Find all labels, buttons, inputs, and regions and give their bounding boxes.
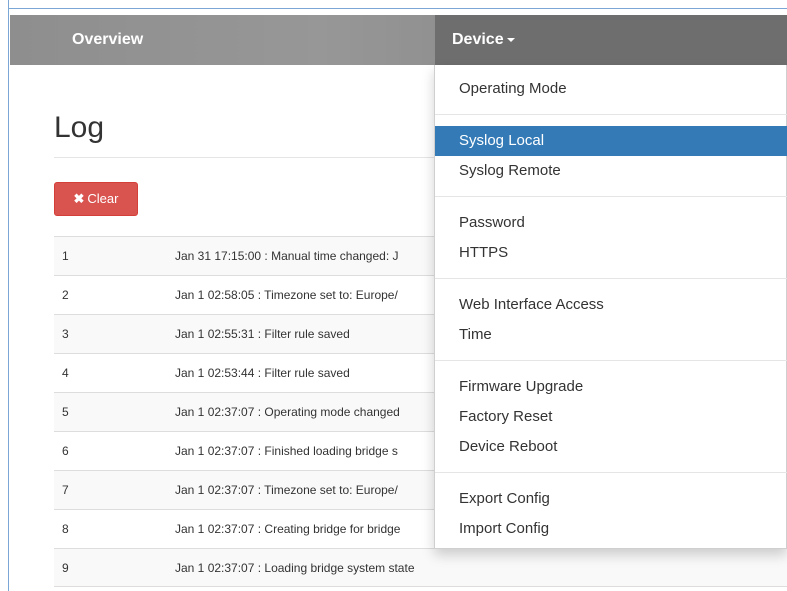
log-number: 3 <box>62 327 69 341</box>
nav-overview[interactable]: Overview <box>72 15 143 65</box>
log-message: Jan 31 17:15:00 : Manual time changed: J <box>175 249 399 263</box>
window-frame-top <box>0 0 787 9</box>
log-number: 6 <box>62 444 69 458</box>
menu-divider <box>435 360 787 361</box>
menu-item-password[interactable]: Password <box>435 208 787 238</box>
menu-item-import-config[interactable]: Import Config <box>435 514 787 544</box>
menu-item-time[interactable]: Time <box>435 320 787 350</box>
menu-item-syslog-local[interactable]: Syslog Local <box>435 126 787 156</box>
log-message: Jan 1 02:55:31 : Filter rule saved <box>175 327 350 341</box>
nav-overview-label: Overview <box>72 31 144 48</box>
nav-device-label: Device <box>452 31 504 48</box>
menu-item-web-interface-access[interactable]: Web Interface Access <box>435 290 787 320</box>
log-number: 4 <box>62 366 69 380</box>
log-number: 5 <box>62 405 69 419</box>
log-message: Jan 1 02:58:05 : Timezone set to: Europe… <box>175 288 398 302</box>
table-row: 9 Jan 1 02:37:07 : Loading bridge system… <box>54 548 787 587</box>
menu-divider <box>435 472 787 473</box>
caret-down-icon <box>506 37 515 42</box>
log-number: 8 <box>62 522 69 536</box>
log-message: Jan 1 02:53:44 : Filter rule saved <box>175 366 350 380</box>
navbar: Overview Device <box>10 15 787 65</box>
menu-item-syslog-remote[interactable]: Syslog Remote <box>435 156 787 186</box>
log-number: 9 <box>62 561 69 575</box>
page-title: Log <box>54 111 105 144</box>
menu-divider <box>435 114 787 115</box>
menu-item-export-config[interactable]: Export Config <box>435 484 787 514</box>
log-number: 7 <box>62 483 69 497</box>
menu-item-https[interactable]: HTTPS <box>435 238 787 268</box>
nav-device-dropdown-toggle[interactable]: Device <box>435 15 787 65</box>
device-dropdown-menu: Operating Mode Syslog Local Syslog Remot… <box>434 65 787 549</box>
clear-button[interactable]: ✖ Clear <box>54 182 138 216</box>
menu-divider <box>435 196 787 197</box>
log-number: 2 <box>62 288 69 302</box>
log-message: Jan 1 02:37:07 : Finished loading bridge… <box>175 444 398 458</box>
menu-item-firmware-upgrade[interactable]: Firmware Upgrade <box>435 372 787 402</box>
log-message: Jan 1 02:37:07 : Creating bridge for bri… <box>175 522 401 536</box>
menu-item-device-reboot[interactable]: Device Reboot <box>435 432 787 462</box>
log-message: Jan 1 02:37:07 : Timezone set to: Europe… <box>175 483 398 497</box>
log-message: Jan 1 02:37:07 : Operating mode changed <box>175 405 400 419</box>
log-number: 1 <box>62 249 69 263</box>
window-frame-left <box>0 0 9 591</box>
clear-button-label: Clear <box>87 191 119 206</box>
menu-item-operating-mode[interactable]: Operating Mode <box>435 74 787 104</box>
log-message: Jan 1 02:37:07 : Loading bridge system s… <box>175 561 415 575</box>
menu-item-factory-reset[interactable]: Factory Reset <box>435 402 787 432</box>
close-icon: ✖ <box>73 191 85 206</box>
menu-divider <box>435 278 787 279</box>
